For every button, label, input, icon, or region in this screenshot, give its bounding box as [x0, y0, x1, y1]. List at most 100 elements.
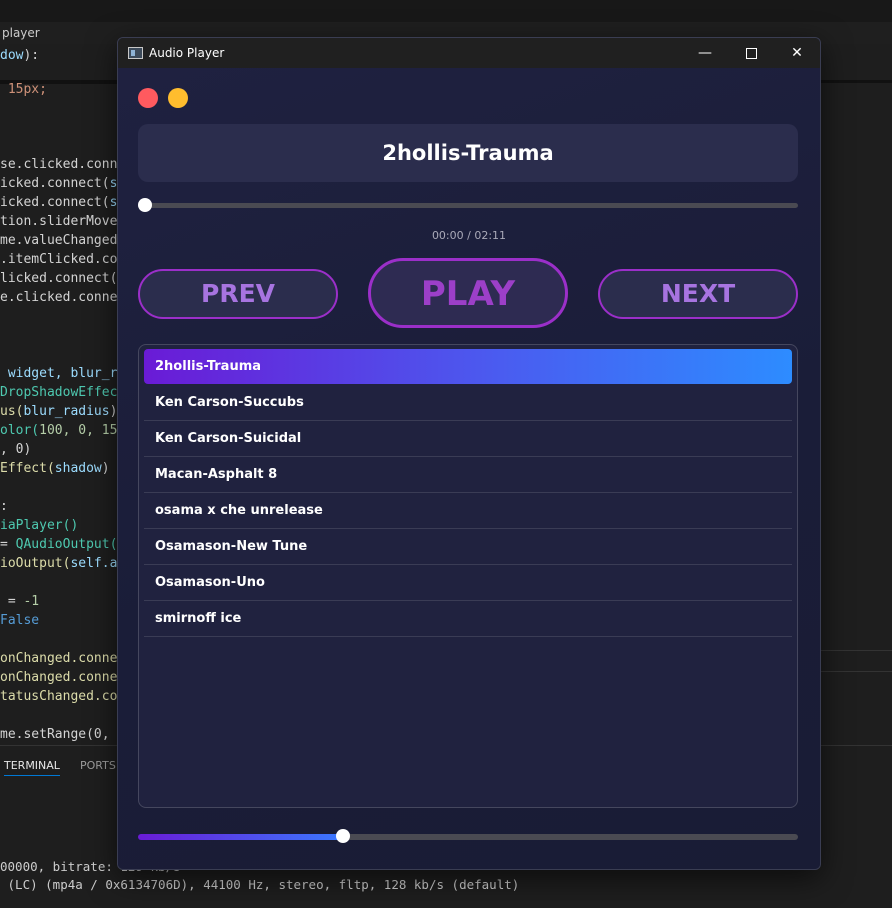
code-token: widget, blur_ra	[0, 366, 126, 381]
code-line: icked.connect(se	[0, 174, 125, 193]
code-token: dow	[0, 48, 24, 63]
code-line: us(blur_radius)	[0, 402, 117, 421]
tab-ports[interactable]: PORTS	[80, 759, 116, 772]
playlist-item[interactable]: smirnoff ice	[144, 601, 792, 637]
editor-divider-right	[818, 80, 892, 83]
tab-terminal[interactable]: TERMINAL	[4, 759, 60, 776]
code-line: = -1	[0, 592, 39, 611]
code-token: blur_radius	[23, 404, 110, 419]
playlist-item[interactable]: Osamason-New Tune	[144, 529, 792, 565]
playlist-item-active[interactable]: 2hollis-Trauma	[144, 349, 792, 384]
code-token: ioOutput(	[0, 556, 71, 571]
code-token: shadow	[54, 461, 102, 476]
code-line: olor(100, 0, 150	[0, 421, 125, 440]
close-button[interactable]: ✕	[774, 38, 820, 68]
code-token: )	[101, 461, 110, 476]
editor-divider-right-bottom	[818, 745, 892, 746]
code-token: icked.connect(	[0, 176, 110, 191]
code-token: Effect(	[0, 461, 55, 476]
code-line: DropShadowEffect	[0, 383, 125, 402]
code-token: False	[0, 613, 40, 628]
code-token: 100, 0, 150	[39, 423, 126, 438]
seek-slider-track[interactable]	[145, 203, 798, 208]
code-line: , 0)	[0, 440, 31, 459]
code-token: 15px;	[0, 82, 47, 97]
code-token: me.setRange(0, 1	[0, 727, 126, 742]
player-content: 2hollis-Trauma 00:00 / 02:11 PREV PLAY N…	[118, 68, 820, 869]
code-line: onChanged.conne	[0, 668, 117, 687]
code-line: tion.sliderMove	[0, 212, 117, 231]
minimize-icon: —	[698, 45, 712, 61]
window-title: Audio Player	[149, 46, 225, 60]
code-token: .itemClicked.con	[0, 252, 126, 267]
code-token: onChanged.conne	[0, 651, 118, 666]
playlist-item[interactable]: Osamason-Uno	[144, 565, 792, 601]
panel-tabs: TERMINAL PORTS	[0, 745, 120, 778]
audio-player-app-icon	[128, 47, 143, 59]
code-token: QAudioOutput(	[15, 537, 118, 552]
code-line: = QAudioOutput(	[0, 535, 117, 554]
code-line: widget, blur_ra	[0, 364, 125, 383]
audio-player-window: Audio Player — ✕ 2hollis-Trauma 00:00 / …	[117, 37, 821, 870]
maximize-icon	[745, 47, 757, 59]
next-button[interactable]: NEXT	[598, 269, 798, 319]
code-token: =	[0, 537, 16, 552]
code-token: olor(	[0, 423, 40, 438]
code-token: us(	[0, 404, 24, 419]
playlist-item[interactable]: Macan-Asphalt 8	[144, 457, 792, 493]
code-token: , 0)	[0, 442, 32, 457]
code-line: False	[0, 611, 39, 630]
code-token: me.valueChanged	[0, 233, 118, 248]
code-line: ioOutput(self.au	[0, 554, 125, 573]
window-titlebar[interactable]: Audio Player — ✕	[118, 38, 820, 68]
code-line: Effect(shadow)	[0, 459, 110, 478]
seek-slider-handle[interactable]	[138, 198, 152, 212]
code-token: e.clicked.conne	[0, 290, 118, 305]
volume-slider-track[interactable]	[342, 834, 798, 840]
code-line: 15px;	[0, 80, 47, 99]
code-line: icked.connect(se	[0, 193, 125, 212]
code-line: .itemClicked.con	[0, 250, 125, 269]
code-token: icked.connect(	[0, 195, 110, 210]
code-line: me.setRange(0, 1	[0, 725, 125, 744]
code-token: se.clicked.conne	[0, 157, 126, 172]
playlist-item[interactable]: Ken Carson-Suicidal	[144, 421, 792, 457]
play-button[interactable]: PLAY	[368, 258, 568, 328]
editor-tab-label: player	[2, 26, 40, 40]
playlist-item[interactable]: Ken Carson-Succubs	[144, 385, 792, 421]
maximize-button[interactable]	[728, 38, 774, 68]
code-token: tatusChanged.con	[0, 689, 126, 704]
code-line: e.clicked.conne	[0, 288, 117, 307]
code-token: iaPlayer()	[0, 518, 79, 533]
code-token: licked.connect(	[0, 271, 118, 286]
minimize-button[interactable]: —	[682, 38, 728, 68]
minimize-dot-button[interactable]	[168, 88, 188, 108]
editor-top-bar	[0, 0, 892, 23]
editor-divider-right-lower	[818, 650, 892, 672]
prev-button[interactable]: PREV	[138, 269, 338, 319]
code-token: :	[0, 499, 8, 514]
volume-slider-handle[interactable]	[335, 829, 350, 843]
code-token: onChanged.conne	[0, 670, 118, 685]
code-line: me.valueChanged	[0, 231, 117, 250]
playlist-item[interactable]: osama x che unrelease	[144, 493, 792, 529]
close-dot-button[interactable]	[138, 88, 158, 108]
code-line: :	[0, 497, 8, 516]
close-icon: ✕	[791, 45, 803, 61]
code-token: ):	[23, 48, 40, 63]
time-display: 00:00 / 02:11	[431, 229, 507, 242]
code-line: se.clicked.conne	[0, 155, 125, 174]
code-token: -1	[23, 594, 40, 609]
code-line: licked.connect(s	[0, 269, 125, 288]
code-line: onChanged.conne	[0, 649, 117, 668]
volume-slider-fill[interactable]	[138, 834, 343, 840]
playlist[interactable]: 2hollis-Trauma Ken Carson-Succubs Ken Cars…	[138, 344, 798, 808]
now-playing-title: 2hollis-Trauma	[138, 124, 798, 182]
code-token: DropShadowEffect	[0, 385, 126, 400]
code-line: dow):	[0, 46, 39, 65]
code-line: iaPlayer()	[0, 516, 78, 535]
code-token: =	[0, 594, 24, 609]
code-line: tatusChanged.con	[0, 687, 125, 706]
terminal-line: (LC) (mp4a / 0x6134706D), 44100 Hz, ster…	[0, 877, 520, 892]
code-token: tion.sliderMove	[0, 214, 118, 229]
